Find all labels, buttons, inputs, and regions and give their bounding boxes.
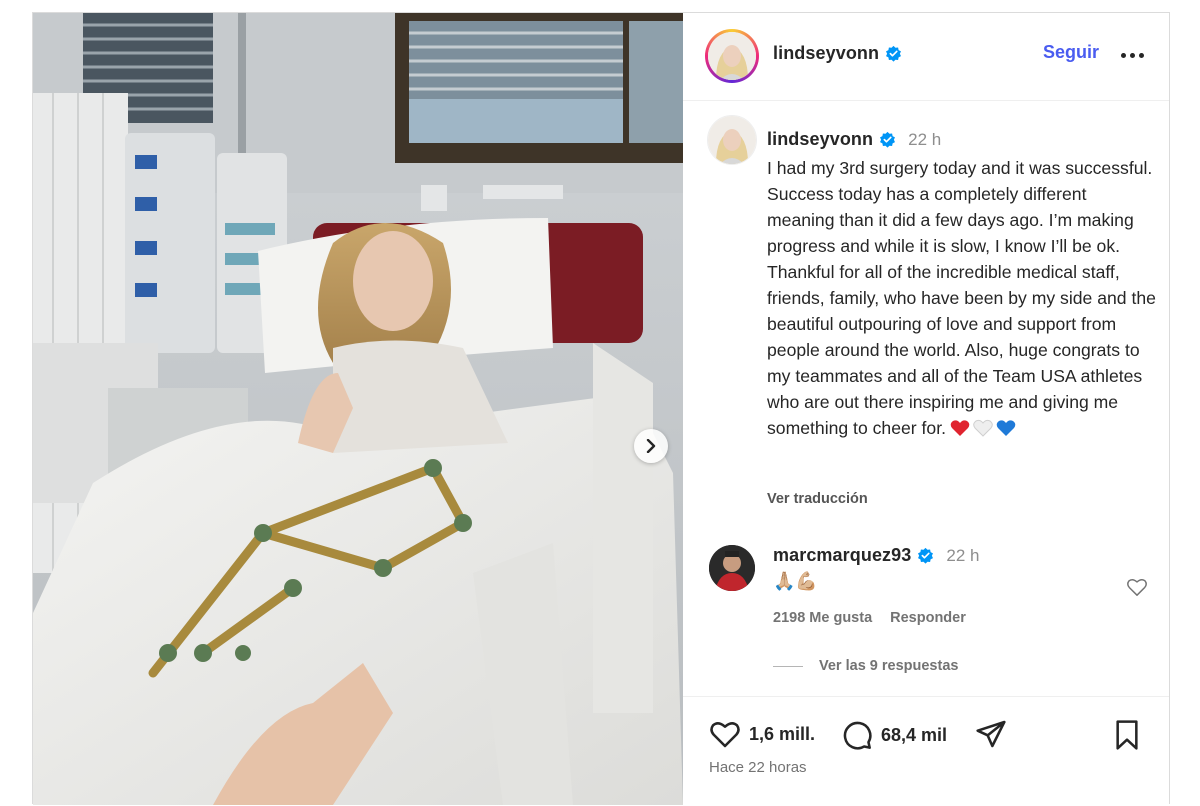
more-options-icon[interactable]	[1121, 53, 1145, 59]
share-button[interactable]	[975, 719, 1007, 749]
comment-like-heart-icon[interactable]	[1126, 577, 1148, 597]
caption-text: I had my 3rd surgery today and it was su…	[767, 155, 1157, 441]
replies-divider	[773, 665, 803, 667]
comment-text: 🙏🏼💪🏼	[773, 571, 818, 591]
commenter-username[interactable]: marcmarquez93	[773, 545, 911, 566]
author-avatar[interactable]	[705, 29, 759, 83]
white-heart-icon	[973, 419, 993, 437]
instagram-post: lindseyvonn Seguir lindseyvonn 22 h I ha…	[32, 12, 1170, 805]
likes-count: 1,6 mill.	[749, 723, 816, 744]
comment-time: 22 h	[946, 545, 980, 565]
caption-body: I had my 3rd surgery today and it was su…	[767, 158, 1161, 438]
blue-heart-icon	[996, 420, 1016, 436]
translate-link[interactable]: Ver traducción	[767, 491, 868, 507]
avatar-image	[709, 545, 755, 591]
chevron-right-icon	[646, 439, 656, 453]
next-image-button[interactable]	[634, 429, 668, 463]
post-side-panel: lindseyvonn Seguir lindseyvonn 22 h I ha…	[683, 13, 1169, 805]
caption-avatar[interactable]	[707, 115, 757, 165]
author-username[interactable]: lindseyvonn	[773, 43, 879, 64]
post-media	[33, 13, 683, 805]
caption-username[interactable]: lindseyvonn	[767, 129, 873, 150]
heart-emojis	[950, 419, 1016, 437]
verified-badge-icon	[918, 547, 934, 564]
post-header: lindseyvonn Seguir	[683, 13, 1169, 101]
save-button[interactable]	[1113, 719, 1141, 751]
post-photo	[33, 13, 683, 805]
bookmark-icon	[1116, 720, 1138, 750]
view-replies-label: Ver las 9 respuestas	[819, 658, 959, 674]
caption-time: 22 h	[908, 129, 942, 149]
paper-plane-icon	[976, 720, 1006, 748]
verified-badge-icon	[886, 45, 902, 62]
action-bar: 1,6 mill. 68,4 mil Hace 22 horas	[683, 696, 1169, 806]
comment-meta: 2198 Me gusta Responder	[773, 610, 966, 626]
avatar-image	[708, 116, 756, 164]
comment-button[interactable]: 68,4 mil	[841, 719, 947, 751]
avatar-image	[708, 32, 756, 80]
like-button[interactable]: 1,6 mill.	[709, 719, 815, 749]
view-replies-button[interactable]: Ver las 9 respuestas	[773, 658, 958, 674]
verified-badge-icon	[880, 131, 896, 148]
red-heart-icon	[950, 420, 970, 436]
commenter-avatar[interactable]	[709, 545, 755, 591]
follow-button[interactable]: Seguir	[1043, 42, 1099, 63]
posted-time: Hace 22 horas	[709, 759, 807, 776]
reply-button[interactable]: Responder	[890, 610, 966, 626]
heart-icon	[710, 722, 740, 748]
comment-bubble-icon	[843, 721, 872, 750]
comment-likes[interactable]: 2198 Me gusta	[773, 610, 872, 626]
comments-count: 68,4 mil	[881, 724, 948, 745]
